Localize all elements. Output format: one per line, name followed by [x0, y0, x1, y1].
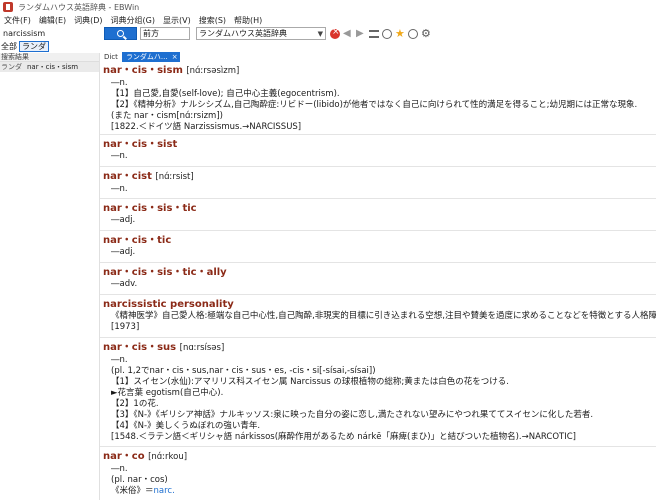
tab-randomhouse[interactable]: ランダムハ... × [121, 52, 180, 62]
entry-line: ―n. [111, 464, 128, 474]
history-icon[interactable] [382, 28, 392, 39]
menu-search[interactable]: 搜索(S) [195, 15, 230, 26]
window-title: ランダムハウス英語辞典 - EBWin [18, 2, 140, 12]
tab-dict[interactable]: Dict [100, 52, 122, 62]
toolbar: narcissism 前方 ランダムハウス英語辞典 ▼ ◀ ▶ ★ ⚙ [0, 27, 656, 41]
pronunciation: [nɑ́ːrsist] [155, 172, 194, 182]
search-icon [117, 30, 124, 37]
entry-narcist: nar・cist [nɑ́ːrsist] ―n. [103, 170, 656, 195]
entry-line: ―adj. [111, 247, 136, 257]
entry-divider [100, 262, 656, 263]
entry-line: ―adj. [111, 215, 136, 225]
entry-line: ―n. [111, 151, 128, 161]
results-pane: 搜索結果 ランダ nar・cis・sism [0, 53, 100, 500]
stop-icon[interactable] [330, 27, 340, 39]
app-icon [3, 2, 13, 12]
entry-line: [1973] [111, 322, 140, 332]
forward-icon[interactable]: ▶ [356, 28, 366, 39]
close-icon[interactable]: × [172, 52, 178, 62]
chevron-down-icon: ▼ [317, 30, 323, 38]
entry-line: (また nar・cism[nɑ́ːrsizm]) [111, 111, 223, 121]
entry-divider [100, 166, 656, 167]
star-icon[interactable]: ★ [395, 28, 405, 39]
back-icon[interactable]: ◀ [343, 28, 353, 39]
entry-line: (pl. 1,2でnar・cis・sus,nar・cis・sus・es, -ci… [111, 366, 376, 376]
dictionary-select-value: ランダムハウス英語辞典 [199, 29, 287, 38]
entry-narcissism: nar・cis・sism [nɑ́ːrsəsìzm] ―n. 【1】自己愛,自愛… [103, 64, 656, 133]
entry-line: 【1】スイセン(水仙):アマリリス科スイセン属 Narcissus の球根植物の… [111, 377, 509, 387]
result-word: nar・cis・sism [27, 63, 79, 71]
pronunciation: [nɑ́ːrsəsìzm] [186, 66, 240, 76]
entry-divider [100, 294, 656, 295]
headword: nar・co [nɑ́ːrkou] [103, 451, 188, 462]
entry-line: 《米俗》＝narc. [111, 486, 175, 496]
pronunciation: [nɑːrsísəs] [179, 343, 225, 353]
tab-label: ランダムハ... [125, 53, 168, 61]
entry-line: ―n. [111, 78, 128, 88]
group-bar: 全部 ランダ [0, 41, 100, 52]
entry-line: (pl. nar・cos) [111, 475, 168, 485]
entry-narcissistically: nar・cis・sis・tic・ally ―adv. [103, 266, 656, 290]
entry-narcissistic-personality: narcissistic personality 《精神医学》自己愛人格:極端な… [103, 298, 656, 333]
entry-line: 【2】1の花. [111, 399, 159, 409]
entry-narcissist: nar・cis・sist ―n. [103, 138, 656, 162]
headword: nar・cis・sis・tic・ally [103, 267, 227, 278]
entry-line: ►花言葉 egotism(自己中心). [111, 388, 224, 398]
entry-divider [100, 198, 656, 199]
headword: nar・cis・sis・tic [103, 203, 197, 214]
result-dict: ランダ [1, 63, 22, 71]
tab-bar: Dict ランダムハ... × [100, 52, 656, 62]
entry-line: ―n. [111, 184, 128, 194]
menu-view[interactable]: 显示(V) [159, 15, 195, 26]
cross-reference-link[interactable]: narc. [154, 486, 175, 496]
entry-line: 【3】《N-》《ギリシア神話》ナルキッソス:泉に映った自分の姿に恋し,満たされな… [111, 410, 594, 420]
headword: nar・cis・tic [103, 235, 172, 246]
group-label: 全部 [1, 42, 17, 51]
gear-icon[interactable]: ⚙ [421, 28, 431, 39]
pronunciation: [nɑ́ːrkou] [148, 452, 188, 462]
entry-divider [100, 134, 656, 135]
toolbar-icons: ◀ ▶ ★ ⚙ [330, 27, 431, 40]
entry-line: ―n. [111, 355, 128, 365]
entry-narcistic: nar・cis・tic ―adj. [103, 234, 656, 258]
options-icon[interactable] [408, 28, 418, 39]
entry-line: [1822.＜ドイツ語 Narzissismus.→NARCISSUS] [111, 122, 302, 132]
title-bar: ランダムハウス英語辞典 - EBWin [0, 0, 656, 14]
group-button[interactable]: ランダ [19, 41, 49, 52]
result-row[interactable]: ランダ nar・cis・sism [0, 62, 99, 72]
list-icon[interactable] [369, 29, 379, 38]
entry-divider [100, 337, 656, 338]
entry-narco: nar・co [nɑ́ːrkou] ―n. (pl. nar・cos) 《米俗》… [103, 450, 656, 497]
headword: narcissistic personality [103, 299, 234, 310]
menu-bar: 文件(F) 编辑(E) 词典(D) 词典分组(G) 显示(V) 搜索(S) 帮助… [0, 14, 656, 27]
menu-help[interactable]: 帮助(H) [230, 15, 266, 26]
menu-edit[interactable]: 编辑(E) [35, 15, 70, 26]
entry-divider [100, 446, 656, 447]
headword: nar・cis・sist [103, 139, 178, 150]
headword: nar・cis・sism [nɑ́ːrsəsìzm] [103, 65, 240, 76]
dictionary-select[interactable]: ランダムハウス英語辞典 ▼ [196, 27, 326, 40]
menu-dictionary[interactable]: 词典(D) [70, 15, 106, 26]
dictionary-content: nar・cis・sism [nɑ́ːrsəsìzm] ―n. 【1】自己愛,自愛… [100, 62, 656, 500]
search-input[interactable]: narcissism [1, 27, 103, 40]
entry-line: 【4】《N-》美しくうぬぼれの強い青年. [111, 421, 261, 431]
headword: nar・cist [nɑ́ːrsist] [103, 171, 194, 182]
entry-line: ―adv. [111, 279, 138, 289]
entry-line: 【1】自己愛,自愛(self-love); 自己中心主義(egocentrism… [111, 89, 340, 99]
results-header: 搜索結果 [0, 53, 99, 62]
entry-line: [1548.＜ラテン語＜ギリシャ語 nárkissos(麻酔作用があるため ná… [111, 432, 576, 442]
search-mode-select[interactable]: 前方 [140, 27, 190, 40]
entry-narcissus: nar・cis・sus [nɑːrsísəs] ―n. (pl. 1,2でnar… [103, 341, 656, 443]
headword: nar・cis・sus [nɑːrsísəs] [103, 342, 225, 353]
entry-line: 《精神医学》自己愛人格:極端な自己中心性,自己陶酔,非現実的目標に引き込まれる空… [111, 311, 656, 321]
menu-dictionary-group[interactable]: 词典分组(G) [107, 15, 159, 26]
entry-divider [100, 230, 656, 231]
entry-narcissistic: nar・cis・sis・tic ―adj. [103, 202, 656, 226]
search-button[interactable] [104, 27, 137, 40]
entry-line: 【2】《精神分析》ナルシシズム,自己陶酔症:リビドー(libido)が他者ではな… [111, 100, 638, 110]
menu-file[interactable]: 文件(F) [0, 15, 35, 26]
